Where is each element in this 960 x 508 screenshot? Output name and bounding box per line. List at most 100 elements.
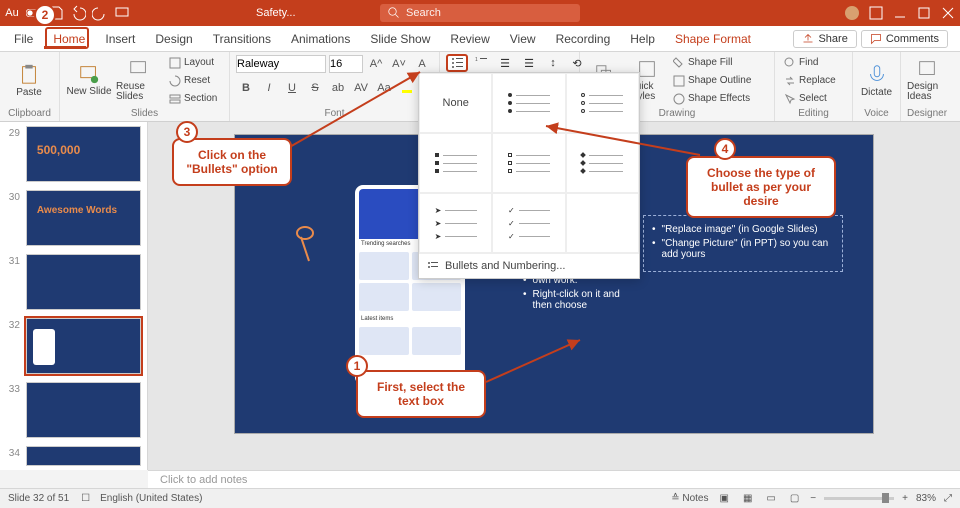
callout-number-3: 3 [176,121,198,143]
normal-view-icon[interactable]: ▣ [716,493,731,504]
slideshow-view-icon[interactable]: ▢ [787,493,802,504]
menu-help[interactable]: Help [620,26,665,52]
reuse-slides-button[interactable]: Reuse Slides [116,54,162,106]
search-box[interactable]: Search [380,4,580,22]
share-button[interactable]: Share [793,30,856,48]
section-button[interactable]: Section [166,90,220,107]
bullets-check[interactable]: ✓ ✓ ✓ [492,193,565,253]
shape-fill-button[interactable]: Shape Fill [670,54,754,71]
notes-pane[interactable]: Click to add notes [148,470,960,488]
highlight-icon[interactable] [397,78,417,98]
undo-icon[interactable] [70,5,86,21]
safety-label[interactable]: Safety... [256,7,296,19]
increase-font-icon[interactable]: A^ [366,54,386,74]
bullets-circle[interactable] [566,73,639,133]
bullets-diamond[interactable] [566,133,639,193]
maximize-icon[interactable] [916,5,932,21]
bullets-disc[interactable] [492,73,565,133]
reading-view-icon[interactable]: ▭ [763,493,778,504]
clear-format-icon[interactable]: A [412,54,432,74]
bullets-empty[interactable] [566,193,639,253]
notes-toggle[interactable]: ≙ Notes [671,493,708,504]
thumbnail-32[interactable] [26,318,141,374]
zoom-in-icon[interactable]: + [902,493,908,504]
font-size-input[interactable] [329,55,363,73]
search-placeholder: Search [406,7,441,19]
bullets-arrow[interactable]: ➤ ➤ ➤ [419,193,492,253]
voice-label: Voice [859,108,894,121]
slide-textbox-1[interactable]: own work. Right-click on it and then cho… [523,275,633,314]
layout-button[interactable]: Layout [166,54,220,71]
menu-animations[interactable]: Animations [281,26,360,52]
thumbnails-panel[interactable]: 29500,000 30Awesome Words 31 32 33 34 [0,122,148,470]
share-icon [802,33,814,45]
replace-button[interactable]: Replace [781,72,839,89]
select-button[interactable]: Select [781,90,839,107]
menu-slideshow[interactable]: Slide Show [360,26,440,52]
titlebar: Au Safety... Search [0,0,960,26]
changecase-button[interactable]: Aa [374,78,394,98]
decrease-font-icon[interactable]: A˅ [389,54,409,74]
sorter-view-icon[interactable]: ▦ [740,493,755,504]
bullets-dropdown[interactable]: None ➤ ➤ ➤ [418,72,640,279]
menu-shape-format[interactable]: Shape Format [665,26,761,52]
zoom-slider[interactable] [824,497,894,500]
menu-design[interactable]: Design [145,26,202,52]
bold-button[interactable]: B [236,78,256,98]
menu-file[interactable]: File [4,26,43,52]
presenter-icon[interactable] [114,5,130,21]
indent-left-icon[interactable]: ☰ [494,54,516,72]
font-name-input[interactable] [236,55,326,73]
redo-icon[interactable] [92,5,108,21]
menu-insert[interactable]: Insert [95,26,145,52]
design-ideas-button[interactable]: Design Ideas [907,54,947,106]
thumbnail-33[interactable] [26,382,141,438]
underline-button[interactable]: U [282,78,302,98]
autosave-toggle[interactable]: Au [4,5,20,21]
bullets-button[interactable] [446,54,468,72]
shape-outline-button[interactable]: Shape Outline [670,72,754,89]
group-font: A^ A˅ A B I U S ab AV Aa A Font [230,52,440,121]
group-slides: New Slide Reuse Slides Layout Reset Sect… [60,52,230,121]
thumbnail-31[interactable] [26,254,141,310]
menu-transitions[interactable]: Transitions [203,26,281,52]
close-icon[interactable] [940,5,956,21]
paste-button[interactable]: Paste [6,54,52,106]
thumbnail-30[interactable]: Awesome Words [26,190,141,246]
numbering-button[interactable]: 1 [470,54,492,72]
zoom-level[interactable]: 83% [916,493,936,504]
slides-label: Slides [66,108,223,121]
shadow-button[interactable]: ab [328,78,348,98]
comments-label: Comments [886,33,939,45]
group-designer: Design Ideas Designer [901,52,953,121]
thumb-num: 29 [6,126,20,139]
comments-button[interactable]: Comments [861,30,948,48]
new-slide-button[interactable]: New Slide [66,54,112,106]
indent-right-icon[interactable]: ☰ [518,54,540,72]
menu-review[interactable]: Review [440,26,499,52]
bullets-square[interactable] [419,133,492,193]
bullets-none[interactable]: None [419,73,492,133]
window-options-icon[interactable] [868,5,884,21]
menu-recording[interactable]: Recording [546,26,621,52]
bullets-hollow-square[interactable] [492,133,565,193]
thumbnail-29[interactable]: 500,000 [26,126,141,182]
zoom-out-icon[interactable]: − [810,493,816,504]
spacing-button[interactable]: AV [351,78,371,98]
thumbnail-34[interactable] [26,446,141,466]
shape-effects-button[interactable]: Shape Effects [670,90,754,107]
menu-view[interactable]: View [500,26,546,52]
fit-to-window-icon[interactable]: ⤢ [944,493,952,504]
slide-textbox-2[interactable]: "Replace image" (in Google Slides) "Chan… [643,215,843,272]
language-status[interactable]: English (United States) [100,493,202,504]
find-button[interactable]: Find [781,54,839,71]
line-spacing-icon[interactable]: ↕ [542,54,564,72]
reset-button[interactable]: Reset [166,72,220,89]
minimize-icon[interactable] [892,5,908,21]
bullets-numbering-link[interactable]: Bullets and Numbering... [419,253,639,278]
strike-button[interactable]: S [305,78,325,98]
user-avatar-icon[interactable] [844,5,860,21]
accessibility-icon[interactable]: ☐ [81,493,90,504]
dictate-button[interactable]: Dictate [859,54,894,106]
italic-button[interactable]: I [259,78,279,98]
